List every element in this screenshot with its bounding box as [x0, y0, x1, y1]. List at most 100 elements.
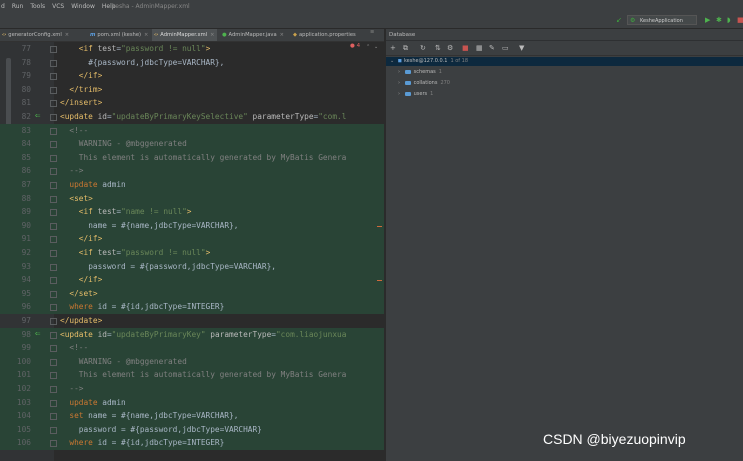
code-line[interactable]: 102 --> — [0, 382, 384, 396]
navigate-arrow-icon[interactable]: ⇐ — [35, 328, 40, 342]
code-line[interactable]: 105 password = #{password,jdbcType=VARCHA… — [0, 422, 384, 437]
tree-connection[interactable]: ⌄ ◼ keshe@127.0.0.1 1 of 18 — [386, 57, 743, 66]
code-line[interactable]: 86 --> — [0, 164, 384, 178]
code-line[interactable]: 90 name = #{name,jdbcType=VARCHAR}, — [0, 218, 384, 233]
error-stripe-marker[interactable] — [377, 280, 382, 282]
menu-item-run[interactable]: Run — [12, 3, 24, 10]
code-line[interactable]: 77 <if test="password != null"> — [0, 42, 384, 56]
stop-icon[interactable]: ■ — [462, 44, 469, 52]
code-line[interactable]: 80 </trim> — [0, 83, 384, 97]
fold-marker-icon[interactable] — [50, 222, 57, 230]
code-line[interactable]: 84 WARNING - @mbggenerated — [0, 137, 384, 151]
fold-marker-icon[interactable] — [50, 209, 57, 217]
code-line[interactable]: 81 </insert> — [0, 96, 384, 110]
fold-marker-icon[interactable] — [50, 345, 57, 353]
code-line[interactable]: 96 where id = #{id,jdbcType=INTEGER} — [0, 300, 384, 314]
fold-marker-icon[interactable] — [50, 182, 57, 189]
code-line[interactable]: 95 </set> — [0, 286, 384, 301]
sync-icon[interactable]: ⇅ — [435, 44, 441, 52]
code-line[interactable]: 106 where id = #{id,jdbcType=INTEGER} — [0, 436, 384, 450]
stop-icon[interactable]: ■ — [737, 16, 743, 24]
menu-item-window[interactable]: Window — [71, 3, 95, 10]
fold-marker-icon[interactable] — [50, 46, 57, 53]
tab-pom[interactable]: m pom.xml (keshe) × — [90, 29, 148, 41]
code-line[interactable]: 98 ⇐ <update id="updateByPrimaryKey" param… — [0, 327, 384, 342]
tab-adminmapper-java[interactable]: ● AdminMapper.java × — [222, 29, 288, 41]
fold-marker-icon[interactable] — [50, 318, 57, 325]
refresh-icon[interactable]: ↻ — [420, 44, 426, 52]
fold-marker-icon[interactable] — [50, 86, 57, 94]
code-line[interactable]: 93 password = #{password,jdbcType=VARCHAR… — [0, 259, 384, 274]
fold-marker-icon[interactable] — [50, 413, 57, 421]
chevron-right-icon[interactable]: › — [398, 69, 400, 75]
tree-node-collations[interactable]: › collations 270 — [386, 79, 743, 88]
coverage-icon[interactable]: ◗ — [727, 16, 731, 24]
run-configuration-select[interactable]: ⚙ KesheApplication — [627, 15, 697, 25]
code-line[interactable]: 87 update admin — [0, 178, 384, 192]
close-icon[interactable]: × — [280, 32, 284, 38]
fold-marker-icon[interactable] — [50, 386, 57, 393]
fold-marker-icon[interactable] — [50, 59, 57, 67]
fold-marker-icon[interactable] — [50, 372, 57, 380]
edit-icon[interactable]: ✎ — [489, 44, 495, 52]
chevron-right-icon[interactable]: › — [398, 91, 400, 97]
fold-marker-icon[interactable] — [50, 331, 57, 339]
menu-item-tools[interactable]: Tools — [30, 3, 45, 10]
copy-icon[interactable]: ⧉ — [403, 44, 408, 52]
fold-marker-icon[interactable] — [50, 290, 57, 298]
fold-marker-icon[interactable] — [50, 426, 57, 434]
fold-marker-icon[interactable] — [50, 73, 57, 81]
tab-application-properties[interactable]: ◆ application.properties — [293, 29, 363, 41]
fold-marker-icon[interactable] — [50, 127, 57, 135]
fold-marker-icon[interactable] — [50, 168, 57, 176]
fold-marker-icon[interactable] — [50, 195, 57, 203]
fold-marker-icon[interactable] — [50, 399, 57, 407]
code-line[interactable]: 92 <if test="password != null"> — [0, 246, 384, 260]
code-line[interactable]: 97 </update> — [0, 314, 384, 328]
console-icon[interactable]: ▭ — [502, 44, 509, 52]
code-line[interactable]: 101 This element is automatically generat… — [0, 368, 384, 382]
code-line[interactable]: 89 <if test="name != null"> — [0, 205, 384, 219]
run-icon[interactable]: ▶ — [705, 16, 710, 24]
code-line[interactable]: 83 <!-- — [0, 123, 384, 138]
menu-item-vcs[interactable]: VCS — [52, 3, 64, 10]
code-line[interactable]: 103 update admin — [0, 395, 384, 410]
fold-marker-icon[interactable] — [50, 250, 57, 257]
navigate-arrow-icon[interactable]: ⇐ — [35, 110, 40, 124]
tab-adminmapper-xml[interactable]: ‹› AdminMapper.xml × — [152, 29, 217, 41]
code-line[interactable]: 94 </if> — [0, 273, 384, 287]
fold-marker-icon[interactable] — [50, 263, 57, 271]
fold-marker-icon[interactable] — [50, 304, 57, 312]
tree-node-users[interactable]: › users 1 — [386, 90, 743, 99]
code-line[interactable]: 78 #{password,jdbcType=VARCHAR}, — [0, 56, 384, 70]
code-line[interactable]: 82 ⇐ <update id="updateByPrimaryKeySelecti… — [0, 110, 384, 124]
close-icon[interactable]: × — [65, 32, 69, 38]
code-line[interactable]: 100 WARNING - @mbggenerated — [0, 354, 384, 369]
tab-overflow-icon[interactable]: ≡ — [370, 29, 374, 35]
settings-icon[interactable]: ⚙ — [447, 44, 453, 52]
tab-generatorconfig[interactable]: ‹› generatorConfig.xml × — [2, 29, 78, 41]
chevron-down-icon[interactable]: ⌄ — [390, 58, 394, 64]
fold-marker-icon[interactable] — [50, 440, 57, 448]
code-line[interactable]: 79 </if> — [0, 69, 384, 83]
fold-marker-icon[interactable] — [50, 277, 57, 285]
code-line[interactable]: 99 <!-- — [0, 341, 384, 355]
error-stripe-marker[interactable] — [377, 225, 382, 227]
fold-marker-icon[interactable] — [50, 236, 57, 244]
code-line[interactable]: 85 This element is automatically generate… — [0, 150, 384, 165]
build-icon[interactable]: ↙ — [616, 16, 622, 24]
fold-marker-icon[interactable] — [50, 141, 57, 149]
close-icon[interactable]: × — [210, 32, 214, 38]
table-icon[interactable]: ▦ — [476, 44, 483, 52]
add-icon[interactable]: + — [390, 44, 396, 52]
fold-marker-icon[interactable] — [50, 100, 57, 108]
tree-node-schemas[interactable]: › schemas 1 — [386, 68, 743, 77]
menu-item-file[interactable]: d — [1, 3, 5, 10]
code-line[interactable]: 88 <set> — [0, 191, 384, 206]
fold-marker-icon[interactable] — [50, 358, 57, 366]
code-line[interactable]: 91 </if> — [0, 232, 384, 246]
code-line[interactable]: 104 set name = #{name,jdbcType=VARCHAR}, — [0, 409, 384, 423]
fold-marker-icon[interactable] — [50, 154, 57, 162]
close-icon[interactable]: × — [144, 32, 148, 38]
chevron-right-icon[interactable]: › — [398, 80, 400, 86]
